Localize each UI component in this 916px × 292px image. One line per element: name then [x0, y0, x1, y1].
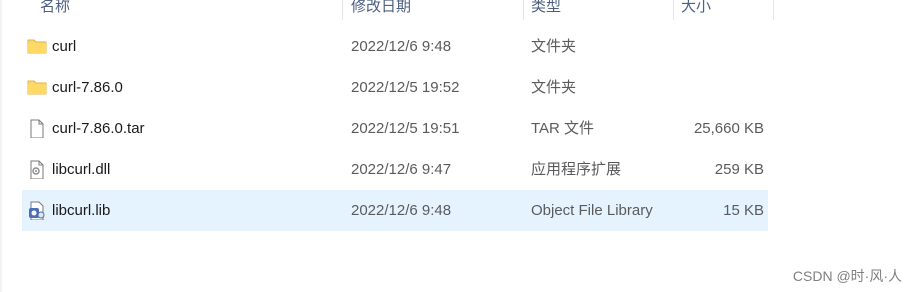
file-type: 文件夹 [531, 38, 577, 55]
file-size: 15 KB [723, 202, 764, 219]
file-type: TAR 文件 [531, 120, 595, 137]
column-header-date[interactable]: 修改日期 [351, 0, 411, 16]
file-date: 2022/12/6 9:48 [351, 202, 452, 219]
file-explorer: 名称 修改日期 类型 大小 curl 2022/12/6 9:48 文件夹 cu… [0, 0, 916, 292]
lib-file-icon [29, 201, 45, 220]
file-date: 2022/12/5 19:51 [351, 120, 460, 137]
file-size: 259 KB [714, 161, 764, 178]
column-header: 名称 修改日期 类型 大小 [22, 0, 774, 20]
file-row[interactable]: libcurl.lib 2022/12/6 9:48 Object File L… [22, 190, 768, 231]
file-name: curl-7.86.0.tar [52, 120, 145, 137]
folder-icon [27, 80, 47, 95]
column-header-name[interactable]: 名称 [40, 0, 70, 16]
column-divider[interactable] [523, 0, 524, 20]
column-divider[interactable] [773, 0, 774, 20]
file-type: 文件夹 [531, 79, 577, 96]
column-header-type[interactable]: 类型 [531, 0, 561, 16]
file-name: libcurl.dll [52, 161, 111, 178]
file-row[interactable]: curl-7.86.0.tar 2022/12/5 19:51 TAR 文件 2… [22, 108, 768, 149]
file-type: Object File Library [531, 202, 653, 219]
column-header-size[interactable]: 大小 [681, 0, 711, 16]
file-row[interactable]: libcurl.dll 2022/12/6 9:47 应用程序扩展 259 KB [22, 149, 768, 190]
file-name: curl [52, 38, 77, 55]
folder-icon [27, 39, 47, 54]
file-date: 2022/12/6 9:47 [351, 161, 452, 178]
column-divider[interactable] [673, 0, 674, 20]
file-row[interactable]: curl 2022/12/6 9:48 文件夹 [22, 26, 768, 67]
file-date: 2022/12/5 19:52 [351, 79, 460, 96]
column-divider[interactable] [342, 0, 343, 20]
file-name: libcurl.lib [52, 202, 111, 219]
file-name: curl-7.86.0 [52, 79, 123, 96]
window-edge [0, 0, 2, 292]
file-icon [30, 119, 44, 138]
file-type: 应用程序扩展 [531, 161, 622, 178]
file-size: 25,660 KB [693, 120, 764, 137]
dll-file-icon [30, 160, 44, 179]
watermark-text: CSDN @时·风·人 [792, 268, 902, 284]
file-date: 2022/12/6 9:48 [351, 38, 452, 55]
file-row[interactable]: curl-7.86.0 2022/12/5 19:52 文件夹 [22, 67, 768, 108]
file-list: curl 2022/12/6 9:48 文件夹 curl-7.86.0 2022… [22, 26, 768, 231]
